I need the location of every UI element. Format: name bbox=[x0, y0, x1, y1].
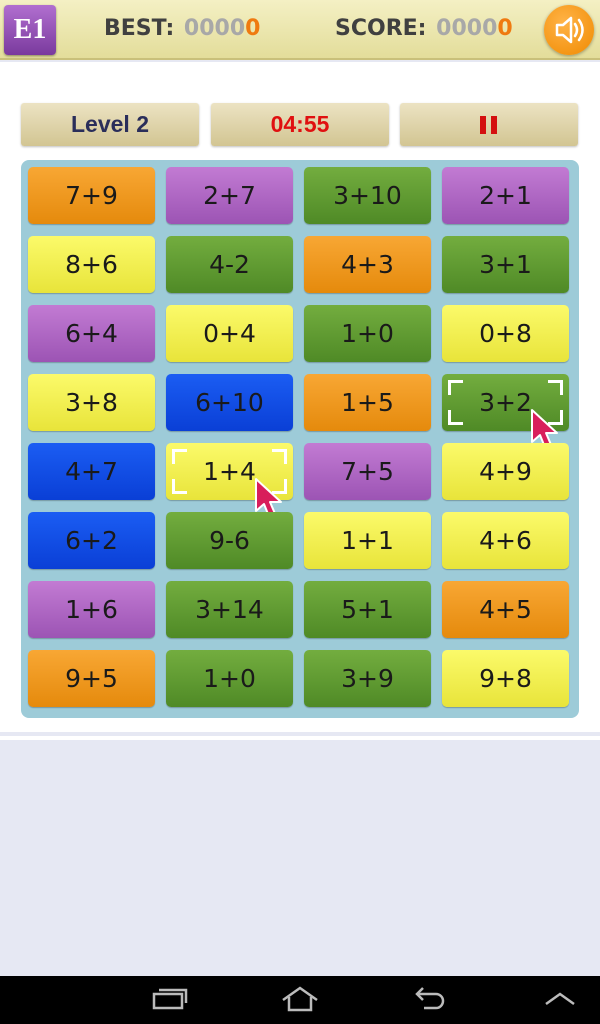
top-bar: E1 BEST: 00000 SCORE: 00000 bbox=[0, 0, 600, 60]
tile[interactable]: 3+9 bbox=[304, 650, 431, 707]
tile[interactable]: 6+4 bbox=[28, 305, 155, 362]
tile[interactable]: 7+5 bbox=[304, 443, 431, 500]
tile[interactable]: 7+9 bbox=[28, 167, 155, 224]
selection-corner bbox=[172, 449, 187, 464]
best-value-dim: 0000 bbox=[183, 16, 246, 41]
tile[interactable]: 9+8 bbox=[442, 650, 569, 707]
tile[interactable]: 3+14 bbox=[166, 581, 293, 638]
speaker-icon bbox=[555, 16, 584, 44]
pause-button[interactable] bbox=[400, 103, 578, 146]
system-nav-bar bbox=[0, 976, 600, 1024]
tile[interactable]: 5+1 bbox=[304, 581, 431, 638]
chevron-up-icon bbox=[545, 992, 575, 1006]
score-value-last: 0 bbox=[497, 16, 513, 41]
selection-corner bbox=[548, 380, 563, 395]
tile[interactable]: 1+0 bbox=[166, 650, 293, 707]
tile[interactable]: 0+8 bbox=[442, 305, 569, 362]
tile[interactable]: 2+7 bbox=[166, 167, 293, 224]
level-button[interactable]: Level 2 bbox=[21, 103, 199, 146]
tile[interactable]: 3+1 bbox=[442, 236, 569, 293]
timer-display: 04:55 bbox=[211, 103, 389, 146]
recent-apps-button[interactable] bbox=[150, 984, 190, 1016]
tile[interactable]: 2+1 bbox=[442, 167, 569, 224]
selection-corner bbox=[448, 380, 463, 395]
tile[interactable]: 1+5 bbox=[304, 374, 431, 431]
sound-button[interactable] bbox=[544, 5, 594, 55]
tile[interactable]: 3+8 bbox=[28, 374, 155, 431]
best-score: BEST: 00000 bbox=[104, 16, 260, 41]
tile[interactable]: 4+9 bbox=[442, 443, 569, 500]
tile[interactable]: 1+0 bbox=[304, 305, 431, 362]
tile[interactable]: 1+1 bbox=[304, 512, 431, 569]
selection-corner bbox=[448, 410, 463, 425]
tile[interactable]: 6+2 bbox=[28, 512, 155, 569]
back-button[interactable] bbox=[410, 984, 450, 1016]
tile[interactable]: 0+4 bbox=[166, 305, 293, 362]
tile[interactable]: 4+6 bbox=[442, 512, 569, 569]
score-value-dim: 0000 bbox=[436, 16, 498, 41]
tile[interactable]: 8+6 bbox=[28, 236, 155, 293]
current-score: SCORE: 00000 bbox=[335, 16, 513, 41]
tile[interactable]: 9+5 bbox=[28, 650, 155, 707]
home-icon bbox=[282, 986, 318, 1012]
tile[interactable]: 4-2 bbox=[166, 236, 293, 293]
home-button[interactable] bbox=[280, 984, 320, 1016]
best-label: BEST: bbox=[104, 16, 175, 41]
tile[interactable]: 4+7 bbox=[28, 443, 155, 500]
tile[interactable]: 3+10 bbox=[304, 167, 431, 224]
divider bbox=[0, 736, 600, 740]
tile-grid: 7+9 2+7 3+10 2+1 8+6 4-2 4+3 3+1 6+4 0+4 1+0 0+8 3+8… bbox=[21, 160, 579, 718]
tile[interactable]: 1+6 bbox=[28, 581, 155, 638]
selection-corner bbox=[272, 449, 287, 464]
back-icon bbox=[415, 987, 445, 1010]
best-value-last: 0 bbox=[245, 16, 261, 41]
tile[interactable]: 9-6 bbox=[166, 512, 293, 569]
app-logo: E1 bbox=[4, 5, 56, 55]
menu-button[interactable] bbox=[540, 984, 580, 1016]
tile[interactable]: 4+3 bbox=[304, 236, 431, 293]
tile[interactable]: 4+5 bbox=[442, 581, 569, 638]
selection-corner bbox=[172, 479, 187, 494]
tile[interactable]: 6+10 bbox=[166, 374, 293, 431]
score-label: SCORE: bbox=[335, 16, 427, 41]
recent-apps-icon bbox=[152, 988, 188, 1010]
